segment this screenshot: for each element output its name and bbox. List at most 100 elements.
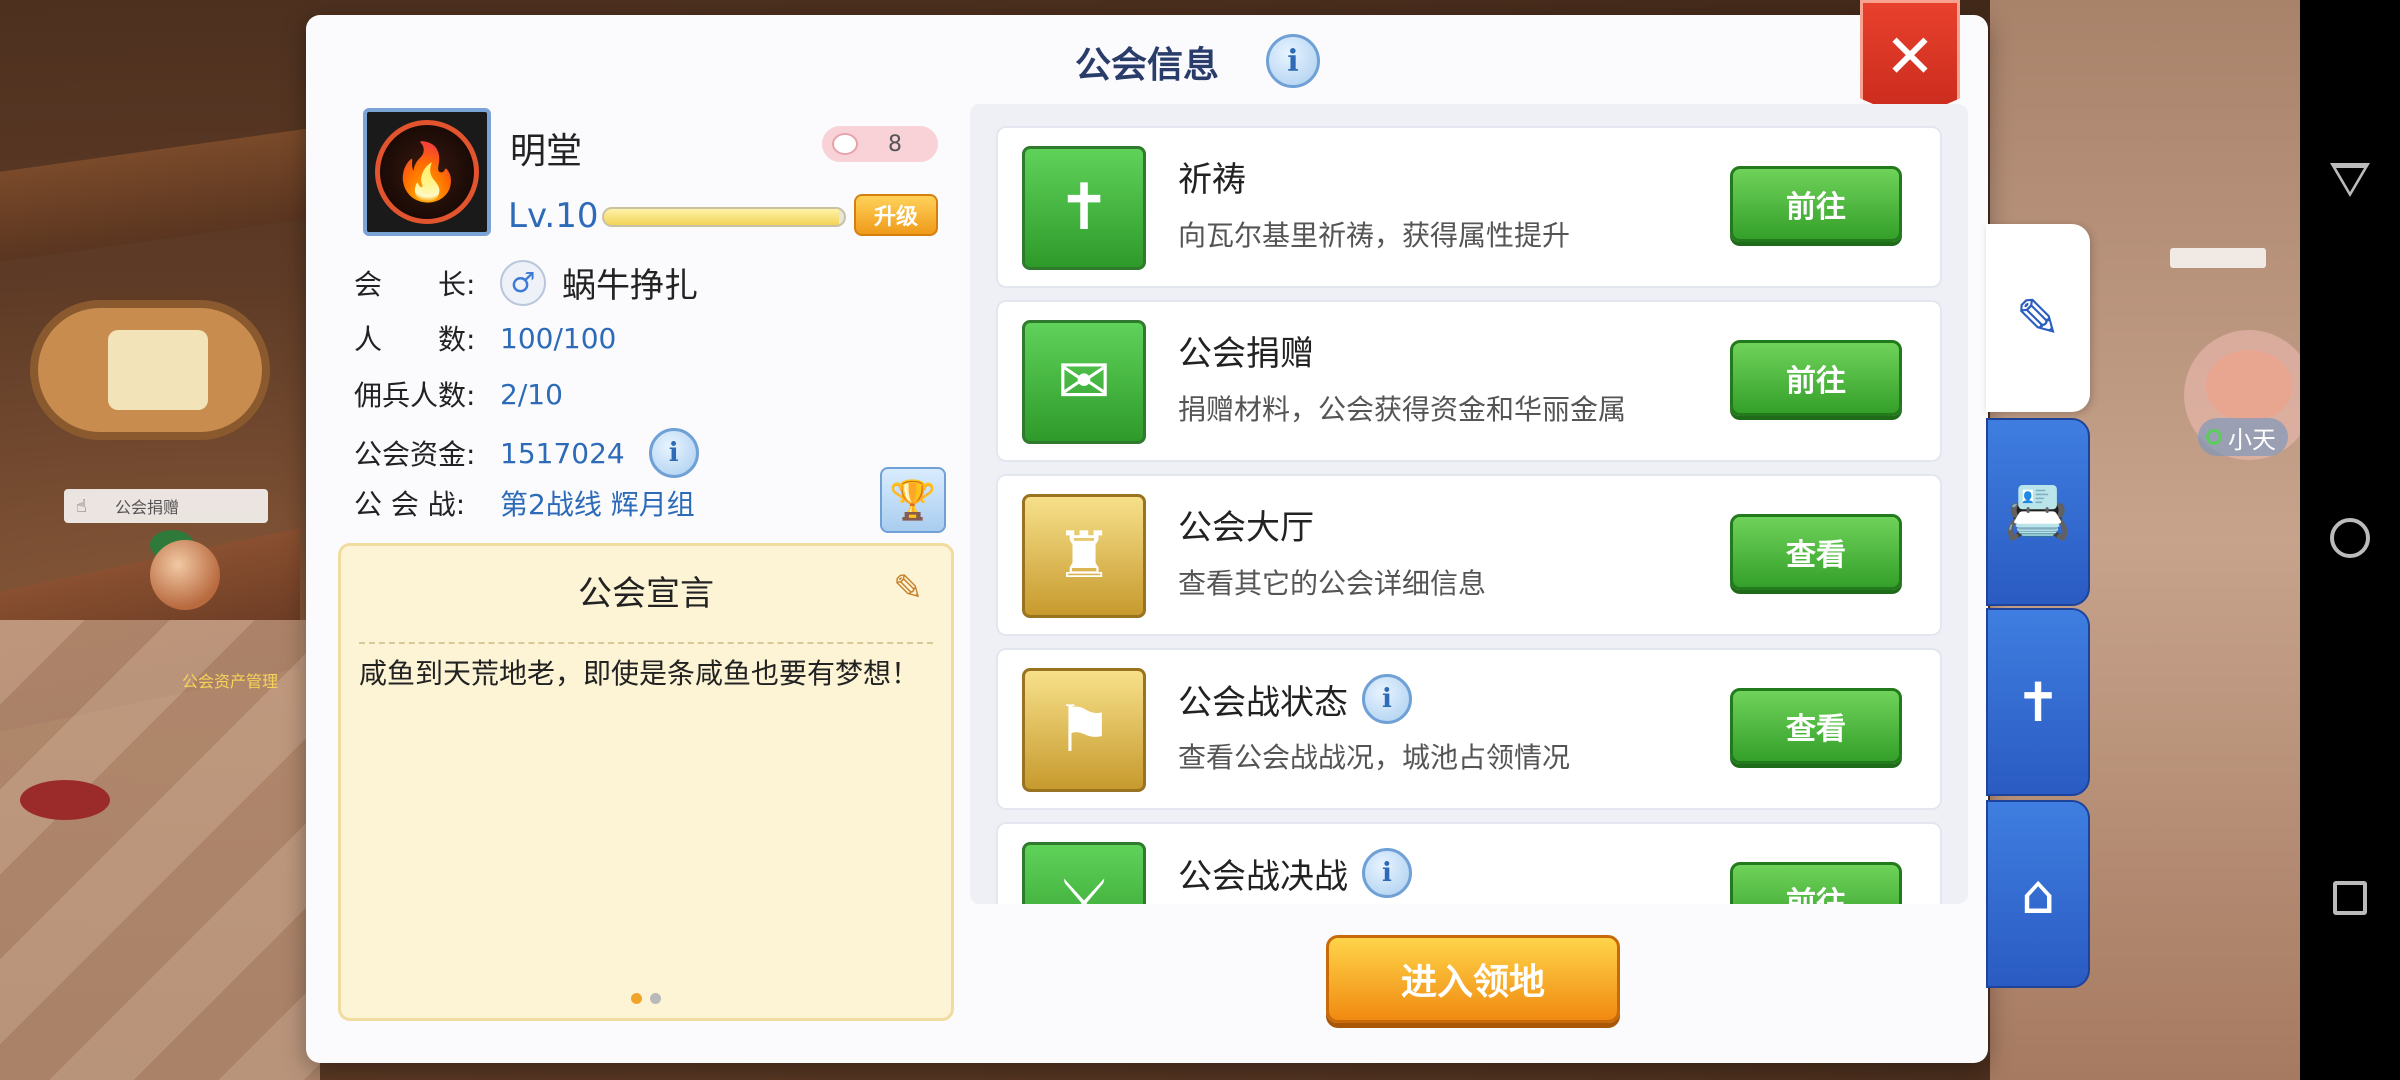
- crossed-swords-icon: ⚔: [1022, 842, 1146, 904]
- list-item-title: 公会捐赠: [1178, 334, 1314, 374]
- guild-xp-fill: [604, 209, 840, 225]
- members-value: 100/100: [500, 321, 617, 355]
- companion-tag[interactable]: 小天: [2198, 418, 2288, 456]
- members-label: 人 数:: [354, 323, 476, 356]
- tab-guild-info[interactable]: ✎: [1986, 224, 2090, 412]
- tab-guild-home[interactable]: ⌂: [1986, 800, 2090, 988]
- members-row: 人 数: 100/100: [354, 318, 616, 358]
- leader-name[interactable]: 蜗牛挣扎: [562, 258, 698, 307]
- list-item: ✝ 祈祷 向瓦尔基里祈祷，获得属性提升 前往: [996, 126, 1942, 288]
- function-list[interactable]: ✝ 祈祷 向瓦尔基里祈祷，获得属性提升 前往 ✉ 公会捐赠 捐赠材料，公会获得资…: [970, 104, 1968, 904]
- member-badge-count: 8: [888, 131, 902, 157]
- funds-label: 公会资金:: [354, 438, 476, 471]
- close-button[interactable]: ✕: [1860, 0, 1960, 120]
- list-item-title: 公会大厅: [1178, 508, 1314, 548]
- list-item-title: 祈祷: [1178, 160, 1246, 200]
- guild-xp-bar: [602, 207, 846, 227]
- tab-member-list[interactable]: 📇: [1986, 418, 2090, 606]
- npc-name: 公会资产管理: [182, 672, 279, 691]
- guild-name: 明堂: [510, 131, 583, 172]
- manifesto-title: 公会宣言: [578, 574, 714, 614]
- system-nav-bar: [2300, 0, 2400, 1080]
- list-item: ✉ 公会捐赠 捐赠材料，公会获得资金和华丽金属 前往: [996, 300, 1942, 462]
- list-item-title-wrap: 公会战状态 i: [1178, 674, 1412, 724]
- npc-label[interactable]: ☝ 公会捐赠: [64, 489, 268, 523]
- war-status-info-icon[interactable]: i: [1362, 674, 1412, 724]
- trophy-button[interactable]: 🏆: [880, 467, 946, 533]
- back-button[interactable]: [2328, 158, 2372, 202]
- list-item-desc: 查看其它的公会详细信息: [1178, 567, 1487, 600]
- guild-war-value: 第2战线 辉月组: [500, 488, 695, 521]
- list-item-title: 公会战状态: [1178, 682, 1348, 723]
- list-item: ♜ 公会大厅 查看其它的公会详细信息 查看: [996, 474, 1942, 636]
- list-item: ⚑ 公会战状态 i 查看公会战战况，城池占领情况 查看: [996, 648, 1942, 810]
- male-icon: ♂: [500, 259, 546, 306]
- list-item-title-wrap: 公会战决战 i: [1178, 848, 1412, 898]
- donation-icon: ✉: [1022, 320, 1146, 444]
- house-member-icon: ⌂: [2020, 862, 2056, 926]
- leader-row: 会 长: ♂ 蜗牛挣扎: [354, 258, 698, 307]
- mercenary-value: 2/10: [500, 377, 563, 411]
- flame-emblem-icon: 🔥: [375, 120, 479, 224]
- npc-label-text: 公会捐赠: [114, 498, 179, 517]
- enter-territory-button[interactable]: 进入领地: [1326, 935, 1620, 1023]
- go-button[interactable]: 前往: [1730, 340, 1902, 416]
- go-button[interactable]: 前往: [1730, 862, 1902, 904]
- list-item-desc: 向瓦尔基里祈祷，获得属性提升: [1178, 219, 1571, 252]
- upgrade-button[interactable]: 升级: [854, 194, 938, 236]
- contact-book-icon: 📇: [2004, 480, 2072, 543]
- back-triangle-icon: [2330, 163, 2370, 197]
- funds-value: 1517024: [500, 436, 625, 470]
- npc-character[interactable]: [150, 540, 220, 610]
- funds-info-icon[interactable]: i: [648, 428, 699, 478]
- edit-icon[interactable]: ✎: [893, 568, 923, 609]
- list-item-desc: 捐赠材料，公会获得资金和华丽金属: [1178, 393, 1627, 426]
- list-item: ⚔ 公会战决战 i 前往: [996, 822, 1942, 904]
- manifesto-divider: [359, 642, 933, 644]
- go-button[interactable]: 前往: [1730, 166, 1902, 242]
- manifesto-text: 咸鱼到天荒地老，即使是条咸鱼也要有梦想！: [359, 657, 920, 690]
- flag-tower-icon: ⚑: [1022, 668, 1146, 792]
- recents-square-icon: [2333, 881, 2367, 915]
- cross-book-icon: ✝: [2015, 670, 2061, 734]
- page-dot[interactable]: [650, 993, 661, 1004]
- home-circle-icon: [2330, 518, 2370, 558]
- companion-face: [2206, 350, 2292, 420]
- member-badge: 8: [822, 126, 938, 162]
- leader-label: 会 长:: [354, 267, 476, 301]
- guild-emblem: 🔥: [363, 108, 491, 236]
- page-dot-active[interactable]: [631, 993, 642, 1004]
- title-info-icon[interactable]: i: [1266, 34, 1320, 88]
- recents-button[interactable]: [2328, 876, 2372, 920]
- page-indicator: [631, 993, 661, 1004]
- player-nameplate: [2170, 248, 2266, 268]
- view-button[interactable]: 查看: [1730, 514, 1902, 590]
- prayer-icon: ✝: [1022, 146, 1146, 270]
- tab-guild-faith[interactable]: ✝: [1986, 608, 2090, 796]
- tavern-shelf: [0, 128, 310, 262]
- panel-title: 公会信息: [1075, 45, 1220, 86]
- close-icon: ✕: [1884, 22, 1936, 92]
- manifesto-card: 公会宣言 ✎ 咸鱼到天荒地老，即使是条咸鱼也要有梦想！: [338, 543, 954, 1021]
- trophy-icon: 🏆: [889, 477, 937, 522]
- list-item-desc: 查看公会战战况，城池占领情况: [1178, 741, 1571, 774]
- castle-icon: ♜: [1022, 494, 1146, 618]
- funds-row: 公会资金: 1517024 i: [354, 428, 699, 478]
- mercenary-label: 佣兵人数:: [354, 379, 476, 412]
- view-button[interactable]: 查看: [1730, 688, 1902, 764]
- home-button[interactable]: [2328, 516, 2372, 560]
- companion-name: 小天: [2228, 425, 2276, 454]
- guild-war-label: 公 会 战:: [354, 488, 466, 521]
- list-item-title: 公会战决战: [1178, 856, 1348, 897]
- tavern-table: [20, 780, 110, 820]
- online-dot-icon: [2206, 429, 2222, 445]
- guild-level: Lv.10: [508, 196, 599, 236]
- mercenary-row: 佣兵人数: 2/10: [354, 374, 563, 414]
- guild-war-row: 公 会 战: 第2战线 辉月组: [354, 483, 695, 523]
- beer-sign: [30, 300, 270, 440]
- final-battle-info-icon[interactable]: i: [1362, 848, 1412, 898]
- hand-icon: ☝: [76, 495, 87, 517]
- sheep-icon: [832, 133, 858, 155]
- edit-note-icon: ✎: [2015, 286, 2061, 350]
- beer-mug-icon: [108, 330, 208, 410]
